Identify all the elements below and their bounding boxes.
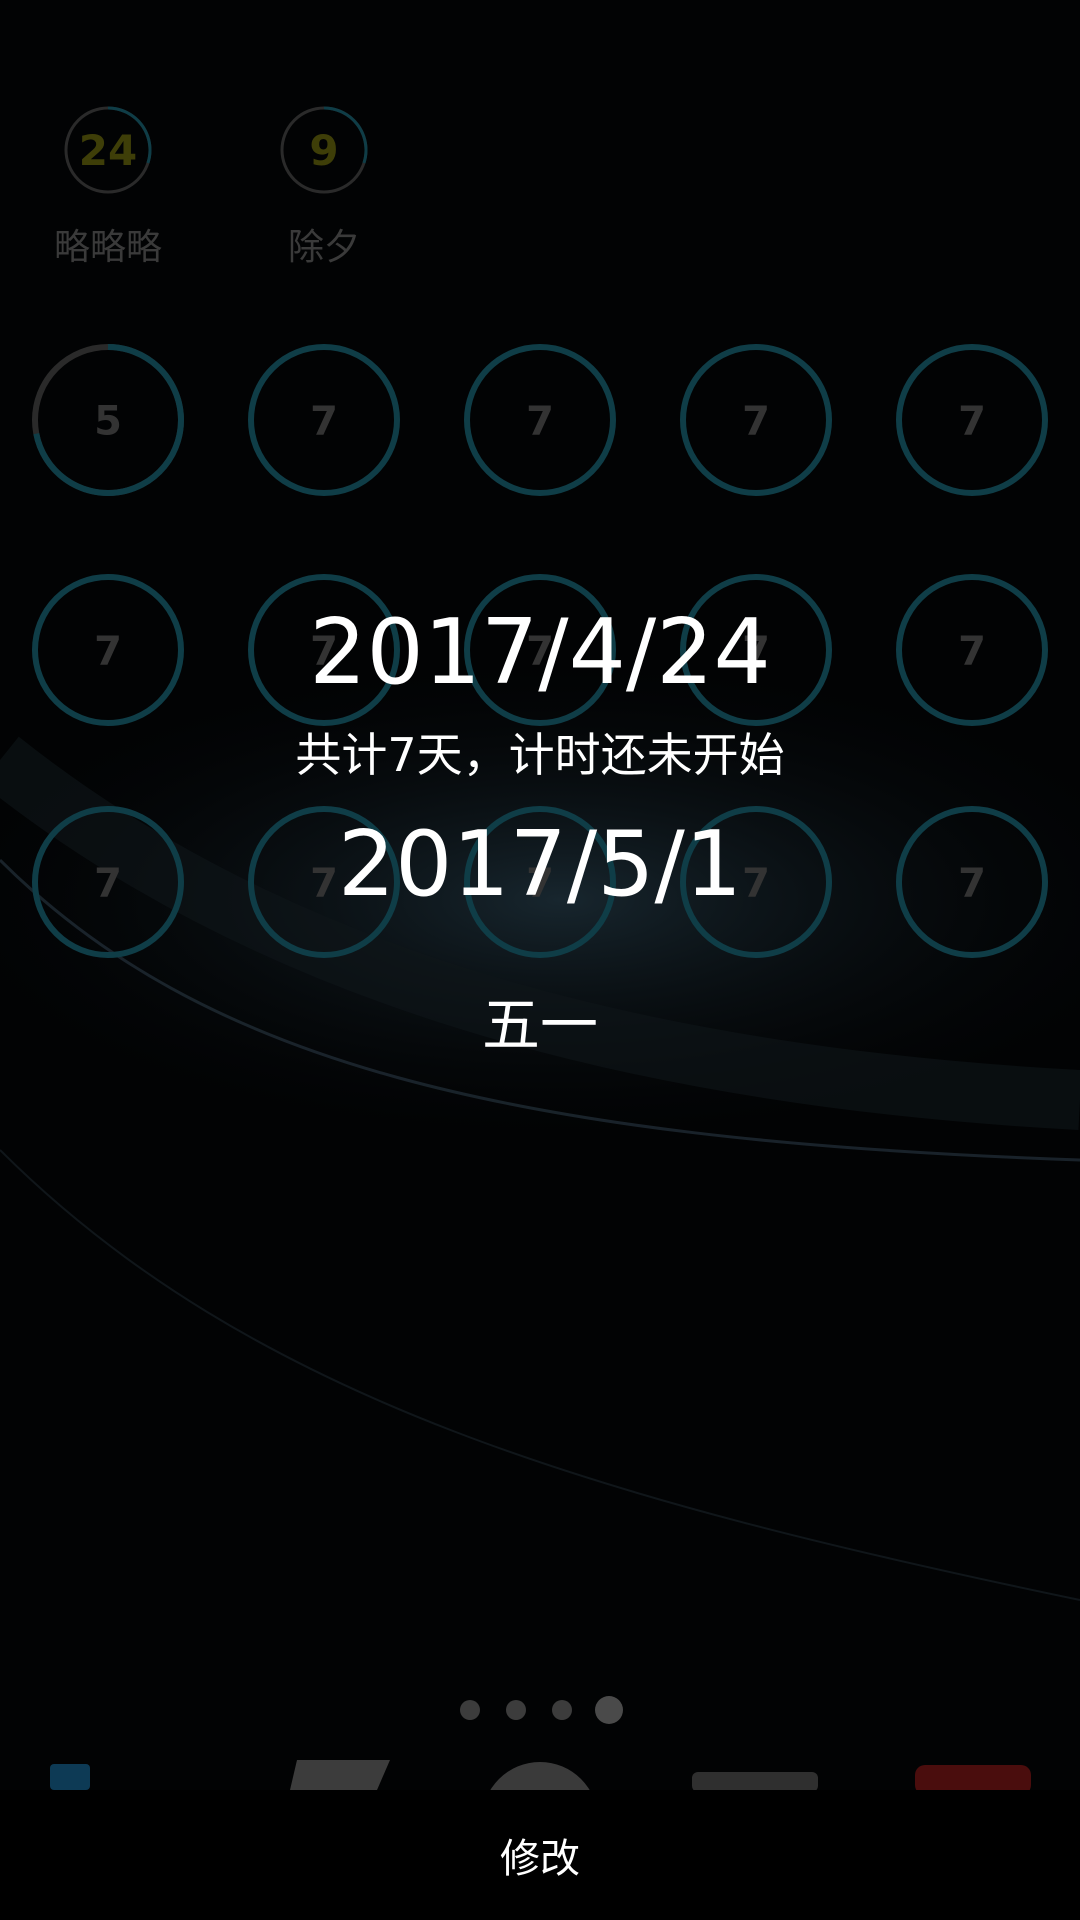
music-app-icon[interactable] [915, 1765, 1031, 1790]
start-date: 2017/4/24 [309, 600, 771, 705]
page-dot-4[interactable] [595, 1696, 623, 1724]
page-dot-3[interactable] [552, 1700, 572, 1720]
duration-status: 共计7天，计时还未开始 [295, 728, 785, 782]
countdown-ring-1-5-number: 7 [958, 398, 986, 444]
countdown-ring-1-2[interactable]: 7 [248, 344, 400, 496]
widget-label-2[interactable]: 除夕 [244, 218, 404, 270]
countdown-ring-1-4-number: 7 [742, 398, 770, 444]
end-date: 2017/5/1 [337, 812, 743, 917]
page-dot-1[interactable] [460, 1700, 480, 1720]
top-widget-2[interactable]: 9 [280, 106, 368, 194]
countdown-ring-1-3-number: 7 [526, 398, 554, 444]
countdown-ring-1-3[interactable]: 7 [464, 344, 616, 496]
top-widget-2-number: 9 [309, 126, 338, 175]
countdown-ring-1-2-number: 7 [310, 398, 338, 444]
countdown-ring-1-1[interactable]: 5 [32, 344, 184, 496]
top-widget-1-number: 24 [79, 126, 137, 175]
countdown-ring-1-4[interactable]: 7 [680, 344, 832, 496]
edit-button[interactable]: 修改 [0, 1790, 1080, 1920]
countdown-ring-1-1-number: 5 [94, 398, 122, 444]
event-name: 五一 [481, 991, 598, 1059]
widget-label-1[interactable]: 略略略 [28, 218, 188, 270]
top-widget-1[interactable]: 24 [64, 106, 152, 194]
camera-app-icon[interactable] [690, 1770, 820, 1790]
notes-app-icon[interactable] [285, 1760, 395, 1790]
countdown-ring-1-5[interactable]: 7 [896, 344, 1048, 496]
screen: 24 9 5 7 7 7 7 7 7 7 7 7 7 7 7 7 7 略略略 除夕 2017/4/24 共计7天… [0, 0, 1080, 1920]
app-icon-1[interactable] [40, 1760, 100, 1790]
clock-app-icon[interactable] [480, 1760, 600, 1790]
page-dot-2[interactable] [506, 1700, 526, 1720]
